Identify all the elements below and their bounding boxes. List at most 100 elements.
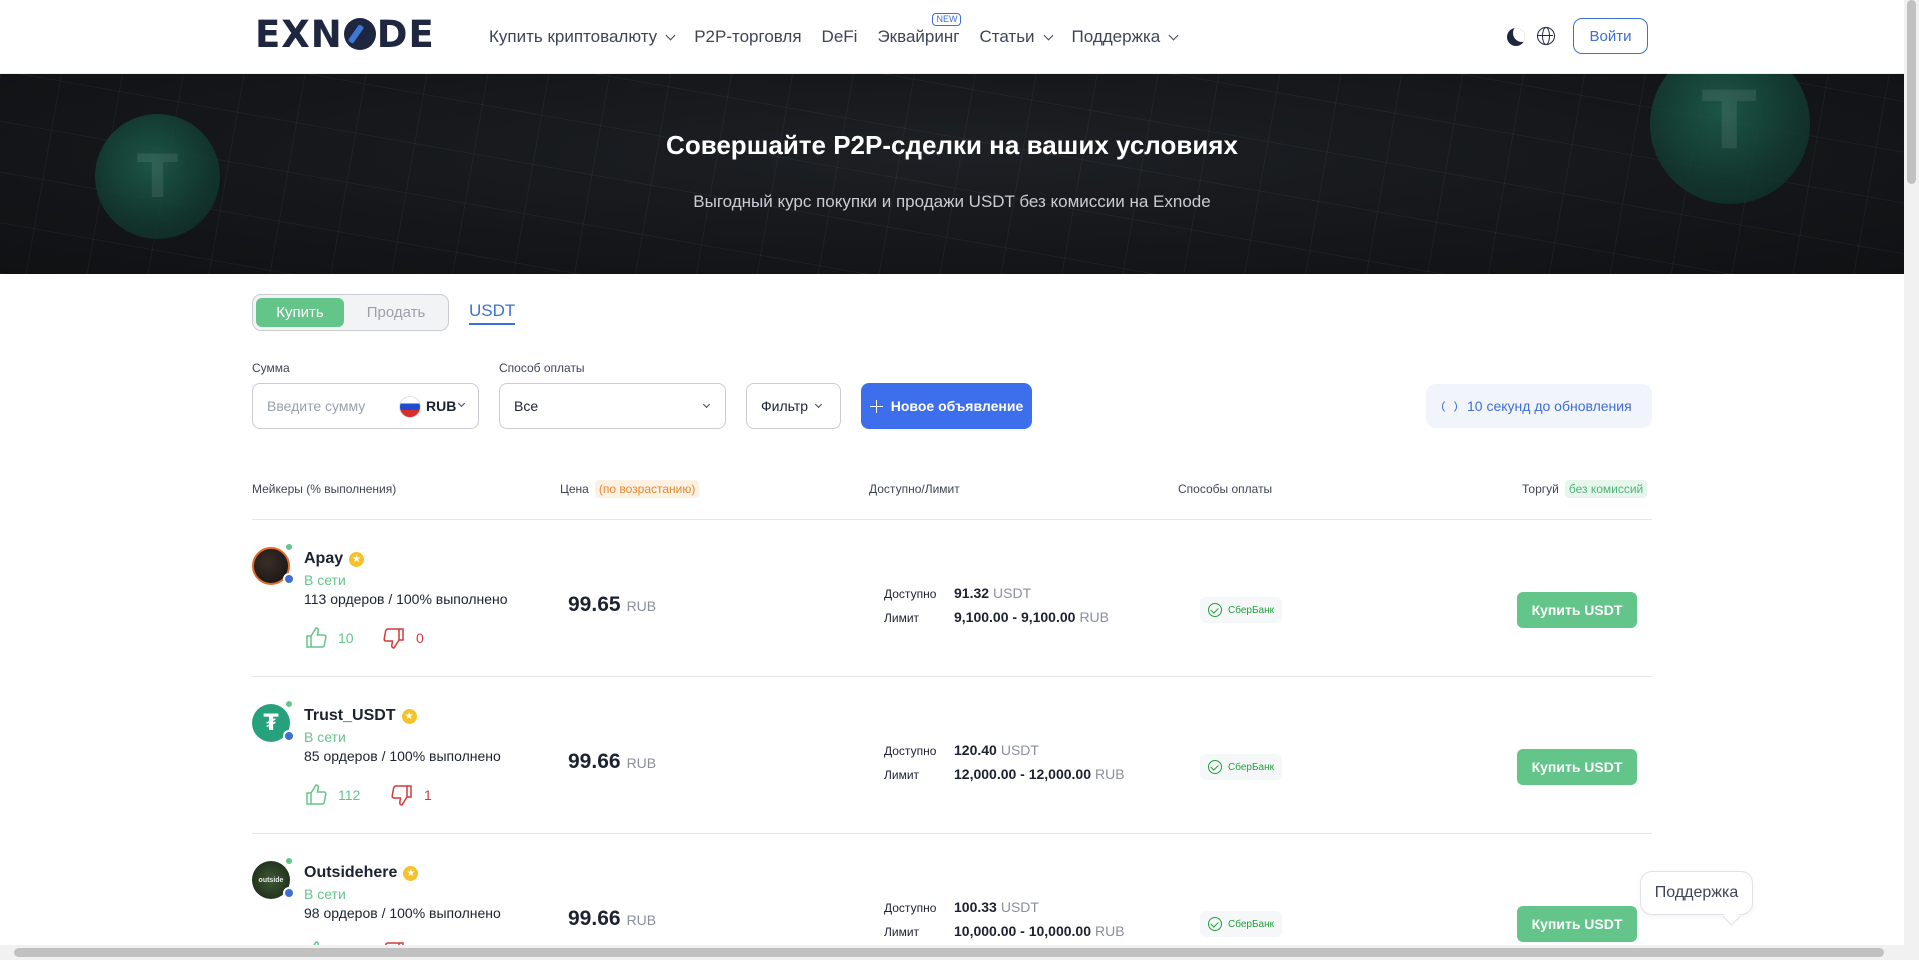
chevron-down-icon xyxy=(457,399,466,408)
col-makers: Мейкеры (% выполнения) xyxy=(252,482,396,496)
plus-icon xyxy=(869,399,883,413)
price: 99.65 RUB xyxy=(568,593,656,617)
price: 99.66 RUB xyxy=(568,750,656,774)
payment-method-badge: СберБанк xyxy=(1200,597,1282,623)
available-unit: USDT xyxy=(1000,742,1039,758)
col-available-label: Доступно/Лимит xyxy=(869,482,960,496)
sberbank-icon xyxy=(1208,760,1222,774)
sberbank-icon xyxy=(1208,917,1222,931)
online-dot xyxy=(285,543,293,551)
star-icon: ★ xyxy=(403,865,419,881)
amount-input[interactable]: Введите сумму RUB xyxy=(252,383,479,429)
buy-tab[interactable]: Купить xyxy=(256,298,344,327)
currency-select[interactable]: RUB xyxy=(426,398,456,414)
globe-icon[interactable] xyxy=(1537,27,1555,45)
col-trade-label: Торгуй xyxy=(1522,482,1559,496)
verified-icon xyxy=(283,887,295,899)
buy-sell-toggle: Купить Продать xyxy=(252,294,449,331)
table-row: outside Outsidehere ★ В сети 98 ордеров /… xyxy=(252,834,1652,960)
price-value: 99.66 xyxy=(568,750,621,773)
filter-button[interactable]: Фильтр xyxy=(746,383,841,429)
available-key: Доступно xyxy=(884,901,937,915)
likes: 10 xyxy=(304,626,354,650)
price-currency: RUB xyxy=(626,755,657,771)
hero-title: Совершайте P2P-сделки на ваших условиях xyxy=(666,130,1238,160)
site-header: EXN DE Купить криптовалюту P2P-торговля D… xyxy=(0,0,1904,74)
support-chat-button[interactable]: Поддержка xyxy=(1640,871,1753,915)
new-badge: NEW xyxy=(932,13,962,26)
table-row: ₮ Trust_USDT ★ В сети 85 ордеров / 100% в… xyxy=(252,677,1652,834)
vertical-scroll-thumb[interactable] xyxy=(1907,0,1916,184)
horizontal-scrollbar[interactable] xyxy=(0,945,1919,960)
logo-text-end: DE xyxy=(376,12,435,56)
main-nav: Купить криптовалюту P2P-торговля DeFi Эк… xyxy=(489,0,1179,74)
maker-name[interactable]: Outsidehere ★ xyxy=(304,864,419,882)
nav-defi[interactable]: DeFi xyxy=(822,27,858,47)
maker-name[interactable]: Apay ★ xyxy=(304,550,365,568)
hero-background-grid xyxy=(0,74,1904,274)
vertical-scrollbar[interactable] xyxy=(1904,0,1919,945)
filter-label: Фильтр xyxy=(761,398,809,414)
bank-name: СберБанк xyxy=(1228,918,1274,930)
chevron-down-icon xyxy=(1168,30,1179,40)
maker-name[interactable]: Trust_USDT ★ xyxy=(304,707,417,725)
sell-tab[interactable]: Продать xyxy=(348,298,444,327)
chevron-down-icon xyxy=(1043,30,1053,40)
available-value: 100.33 xyxy=(954,899,997,915)
payment-method-select[interactable]: Все xyxy=(499,383,726,429)
nav-articles[interactable]: Статьи xyxy=(979,27,1053,47)
verified-icon xyxy=(283,573,295,585)
availability: Доступно 120.40 USDT Лимит 12,000.00 - 12,0… xyxy=(884,742,1125,790)
chevron-down-icon xyxy=(702,400,711,409)
payment-method-badge: СберБанк xyxy=(1200,911,1282,937)
limit-unit: RUB xyxy=(1095,923,1125,939)
bank-name: СберБанк xyxy=(1228,761,1274,773)
amount-placeholder: Введите сумму xyxy=(267,398,366,414)
dislikes: 1 xyxy=(390,783,432,807)
status-online: В сети xyxy=(304,572,346,588)
nav-acquiring[interactable]: Эквайринг NEW xyxy=(877,13,962,47)
limit-unit: RUB xyxy=(1079,609,1109,625)
logo-o-icon xyxy=(343,18,376,50)
available-unit: USDT xyxy=(1000,899,1039,915)
nav-label: P2P-торговля xyxy=(694,27,802,46)
logo-text-start: EXN xyxy=(255,12,343,56)
table-row: Apay ★ В сети 113 ордеров / 100% выполнен… xyxy=(252,520,1652,677)
available-value: 91.32 xyxy=(954,585,990,601)
buy-usdt-button[interactable]: Купить USDT xyxy=(1517,906,1637,942)
orders-stats: 85 ордеров / 100% выполнено xyxy=(304,748,501,764)
price-currency: RUB xyxy=(626,598,657,614)
verified-icon xyxy=(283,730,295,742)
nav-label: Эквайринг xyxy=(877,27,960,46)
nav-support[interactable]: Поддержка xyxy=(1072,27,1179,47)
limit-key: Лимит xyxy=(884,611,920,625)
available-key: Доступно xyxy=(884,587,937,601)
exnode-logo[interactable]: EXN DE xyxy=(255,12,435,56)
horizontal-scroll-thumb[interactable] xyxy=(14,948,1884,957)
no-fee-tag: без комиссий xyxy=(1564,480,1648,498)
nav-p2p[interactable]: P2P-торговля xyxy=(694,27,801,47)
login-button[interactable]: Войти xyxy=(1573,18,1648,54)
col-trade: Торгуй без комиссий xyxy=(1522,480,1648,498)
refresh-icon xyxy=(1442,398,1457,414)
nav-label: Статьи xyxy=(979,27,1035,46)
new-ad-button[interactable]: Новое объявление xyxy=(861,383,1032,429)
thumbs-up-icon xyxy=(306,627,327,648)
refresh-timer[interactable]: 10 секунд до обновления xyxy=(1426,384,1652,428)
col-payment: Способы оплаты xyxy=(1178,482,1272,496)
dislikes-count: 0 xyxy=(416,630,424,646)
status-online: В сети xyxy=(304,886,346,902)
thumbs-up-icon xyxy=(306,784,327,805)
nav-buy-crypto[interactable]: Купить криптовалюту xyxy=(489,27,676,47)
thumbs-down-icon xyxy=(391,785,412,806)
nav-label: Купить криптовалюту xyxy=(489,27,658,46)
price-sort-tag: (по возрастанию) xyxy=(594,480,700,498)
buy-usdt-button[interactable]: Купить USDT xyxy=(1517,749,1637,785)
coin-tab-usdt[interactable]: USDT xyxy=(469,301,516,325)
col-price[interactable]: Цена (по возрастанию) xyxy=(560,480,700,498)
available-key: Доступно xyxy=(884,744,937,758)
likes-count: 112 xyxy=(338,787,361,803)
hero-subtitle: Выгодный курс покупки и продажи USDT без… xyxy=(693,192,1211,211)
buy-usdt-button[interactable]: Купить USDT xyxy=(1517,592,1637,628)
moon-icon[interactable] xyxy=(1507,28,1525,46)
